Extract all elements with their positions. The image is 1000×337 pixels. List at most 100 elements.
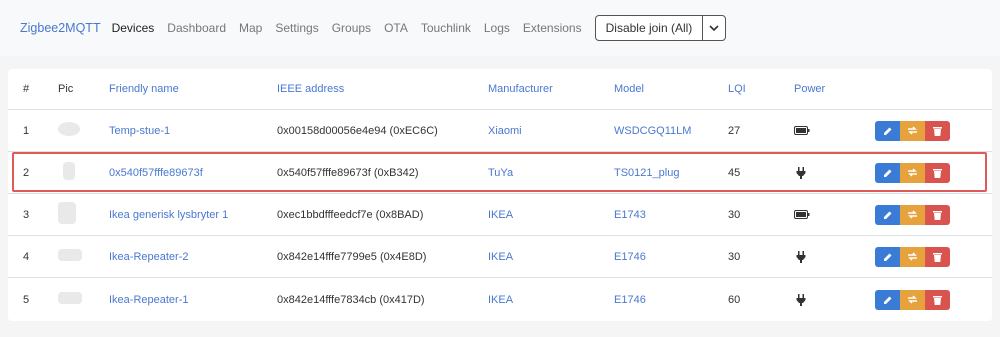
edit-icon (883, 296, 891, 304)
trash-icon (933, 295, 942, 305)
nav-devices[interactable]: Devices (112, 21, 155, 35)
ieee-address: 0xec1bbdfffeedcf7e (0x8BAD) (277, 208, 424, 221)
disable-join-button[interactable]: Disable join (All) (596, 16, 704, 40)
rename-button[interactable] (900, 204, 925, 225)
edit-button[interactable] (875, 204, 900, 225)
rename-button[interactable] (900, 120, 925, 141)
manufacturer-link[interactable]: TuYa (488, 167, 513, 179)
ieee-address: 0x842e14fffe7834cb (0x417D) (277, 293, 425, 306)
edit-button[interactable] (875, 162, 900, 183)
plug-icon (796, 250, 806, 263)
device-picture (63, 162, 75, 183)
row-index: 2 (23, 166, 30, 179)
nav-extensions[interactable]: Extensions (523, 21, 582, 35)
lqi-value: 30 (728, 250, 741, 263)
friendly-name-link[interactable]: Temp-stue-1 (109, 125, 170, 137)
remove-button[interactable] (925, 204, 950, 225)
model-link[interactable]: E1743 (614, 209, 646, 221)
friendly-name-link[interactable]: Ikea generisk lysbryter 1 (109, 209, 228, 221)
remove-button[interactable] (925, 120, 950, 141)
header-manufacturer[interactable]: Manufacturer (488, 83, 553, 95)
plug-icon (796, 293, 806, 306)
top-navbar: Zigbee2MQTT Devices Dashboard Map Settin… (0, 0, 1000, 56)
row-index: 4 (23, 250, 30, 263)
rename-button[interactable] (900, 162, 925, 183)
nav-settings[interactable]: Settings (275, 21, 318, 35)
model-link[interactable]: TS0121_plug (614, 167, 679, 179)
model-link[interactable]: WSDCGQ11LM (614, 125, 691, 137)
row-actions (875, 289, 950, 310)
edit-icon (883, 253, 891, 261)
manufacturer-link[interactable]: Xiaomi (488, 125, 522, 137)
join-button-group: Disable join (All) (594, 15, 727, 41)
row-actions (875, 162, 950, 183)
rename-button[interactable] (900, 289, 925, 310)
devices-table: # Pic Friendly name IEEE address Manufac… (8, 69, 992, 321)
model-link[interactable]: E1746 (614, 294, 646, 306)
nav-ota[interactable]: OTA (384, 21, 408, 35)
header-power[interactable]: Power (794, 83, 825, 95)
header-index: # (23, 83, 30, 95)
friendly-name-link[interactable]: Ikea-Repeater-1 (109, 294, 189, 306)
trash-icon (933, 168, 942, 178)
plug-icon (796, 166, 806, 179)
device-picture (58, 292, 82, 307)
edit-button[interactable] (875, 246, 900, 267)
model-link[interactable]: E1746 (614, 251, 646, 263)
device-picture (58, 202, 76, 227)
battery-icon (794, 210, 810, 219)
friendly-name-link[interactable]: 0x540f57fffe89673f (109, 167, 203, 179)
trash-icon (933, 126, 942, 136)
remove-button[interactable] (925, 246, 950, 267)
edit-icon (883, 211, 891, 219)
device-picture (58, 249, 82, 264)
exchange-icon (908, 126, 917, 135)
nav-map[interactable]: Map (239, 21, 262, 35)
table-row: 4 Ikea-Repeater-2 0x842e14fffe7799e5 (0x… (8, 235, 992, 277)
header-ieee-address[interactable]: IEEE address (277, 83, 344, 95)
nav-touchlink[interactable]: Touchlink (421, 21, 471, 35)
edit-icon (883, 169, 891, 177)
ieee-address: 0x540f57fffe89673f (0xB342) (277, 166, 419, 179)
edit-button[interactable] (875, 120, 900, 141)
nav-logs[interactable]: Logs (484, 21, 510, 35)
manufacturer-link[interactable]: IKEA (488, 209, 513, 221)
manufacturer-link[interactable]: IKEA (488, 294, 513, 306)
table-row: 1 Temp-stue-1 0x00158d00056e4e94 (0xEC6C… (8, 109, 992, 151)
friendly-name-link[interactable]: Ikea-Repeater-2 (109, 251, 189, 263)
lqi-value: 60 (728, 293, 741, 306)
table-row: 3 Ikea generisk lysbryter 1 0xec1bbdfffe… (8, 193, 992, 235)
row-index: 3 (23, 208, 30, 221)
chevron-down-icon (709, 24, 719, 31)
brand-link[interactable]: Zigbee2MQTT (20, 21, 101, 35)
row-index: 1 (23, 124, 30, 137)
lqi-value: 27 (728, 124, 741, 137)
edit-button[interactable] (875, 289, 900, 310)
manufacturer-link[interactable]: IKEA (488, 251, 513, 263)
edit-icon (883, 127, 891, 135)
ieee-address: 0x842e14fffe7799e5 (0x4E8D) (277, 250, 427, 263)
row-index: 5 (23, 293, 30, 306)
trash-icon (933, 210, 942, 220)
remove-button[interactable] (925, 162, 950, 183)
header-pic: Pic (58, 83, 74, 95)
lqi-value: 30 (728, 208, 741, 221)
nav-dashboard[interactable]: Dashboard (167, 21, 226, 35)
row-actions (875, 120, 950, 141)
exchange-icon (908, 210, 917, 219)
nav-groups[interactable]: Groups (332, 21, 371, 35)
exchange-icon (908, 168, 917, 177)
remove-button[interactable] (925, 289, 950, 310)
rename-button[interactable] (900, 246, 925, 267)
exchange-icon (908, 252, 917, 261)
table-header: # Pic Friendly name IEEE address Manufac… (8, 69, 992, 109)
ieee-address: 0x00158d00056e4e94 (0xEC6C) (277, 124, 438, 137)
row-actions (875, 246, 950, 267)
exchange-icon (908, 295, 917, 304)
header-model[interactable]: Model (614, 83, 644, 95)
header-friendly-name[interactable]: Friendly name (109, 83, 179, 95)
header-lqi[interactable]: LQI (728, 83, 746, 95)
row-actions (875, 204, 950, 225)
join-dropdown-toggle[interactable] (703, 16, 725, 40)
device-picture (58, 122, 80, 139)
